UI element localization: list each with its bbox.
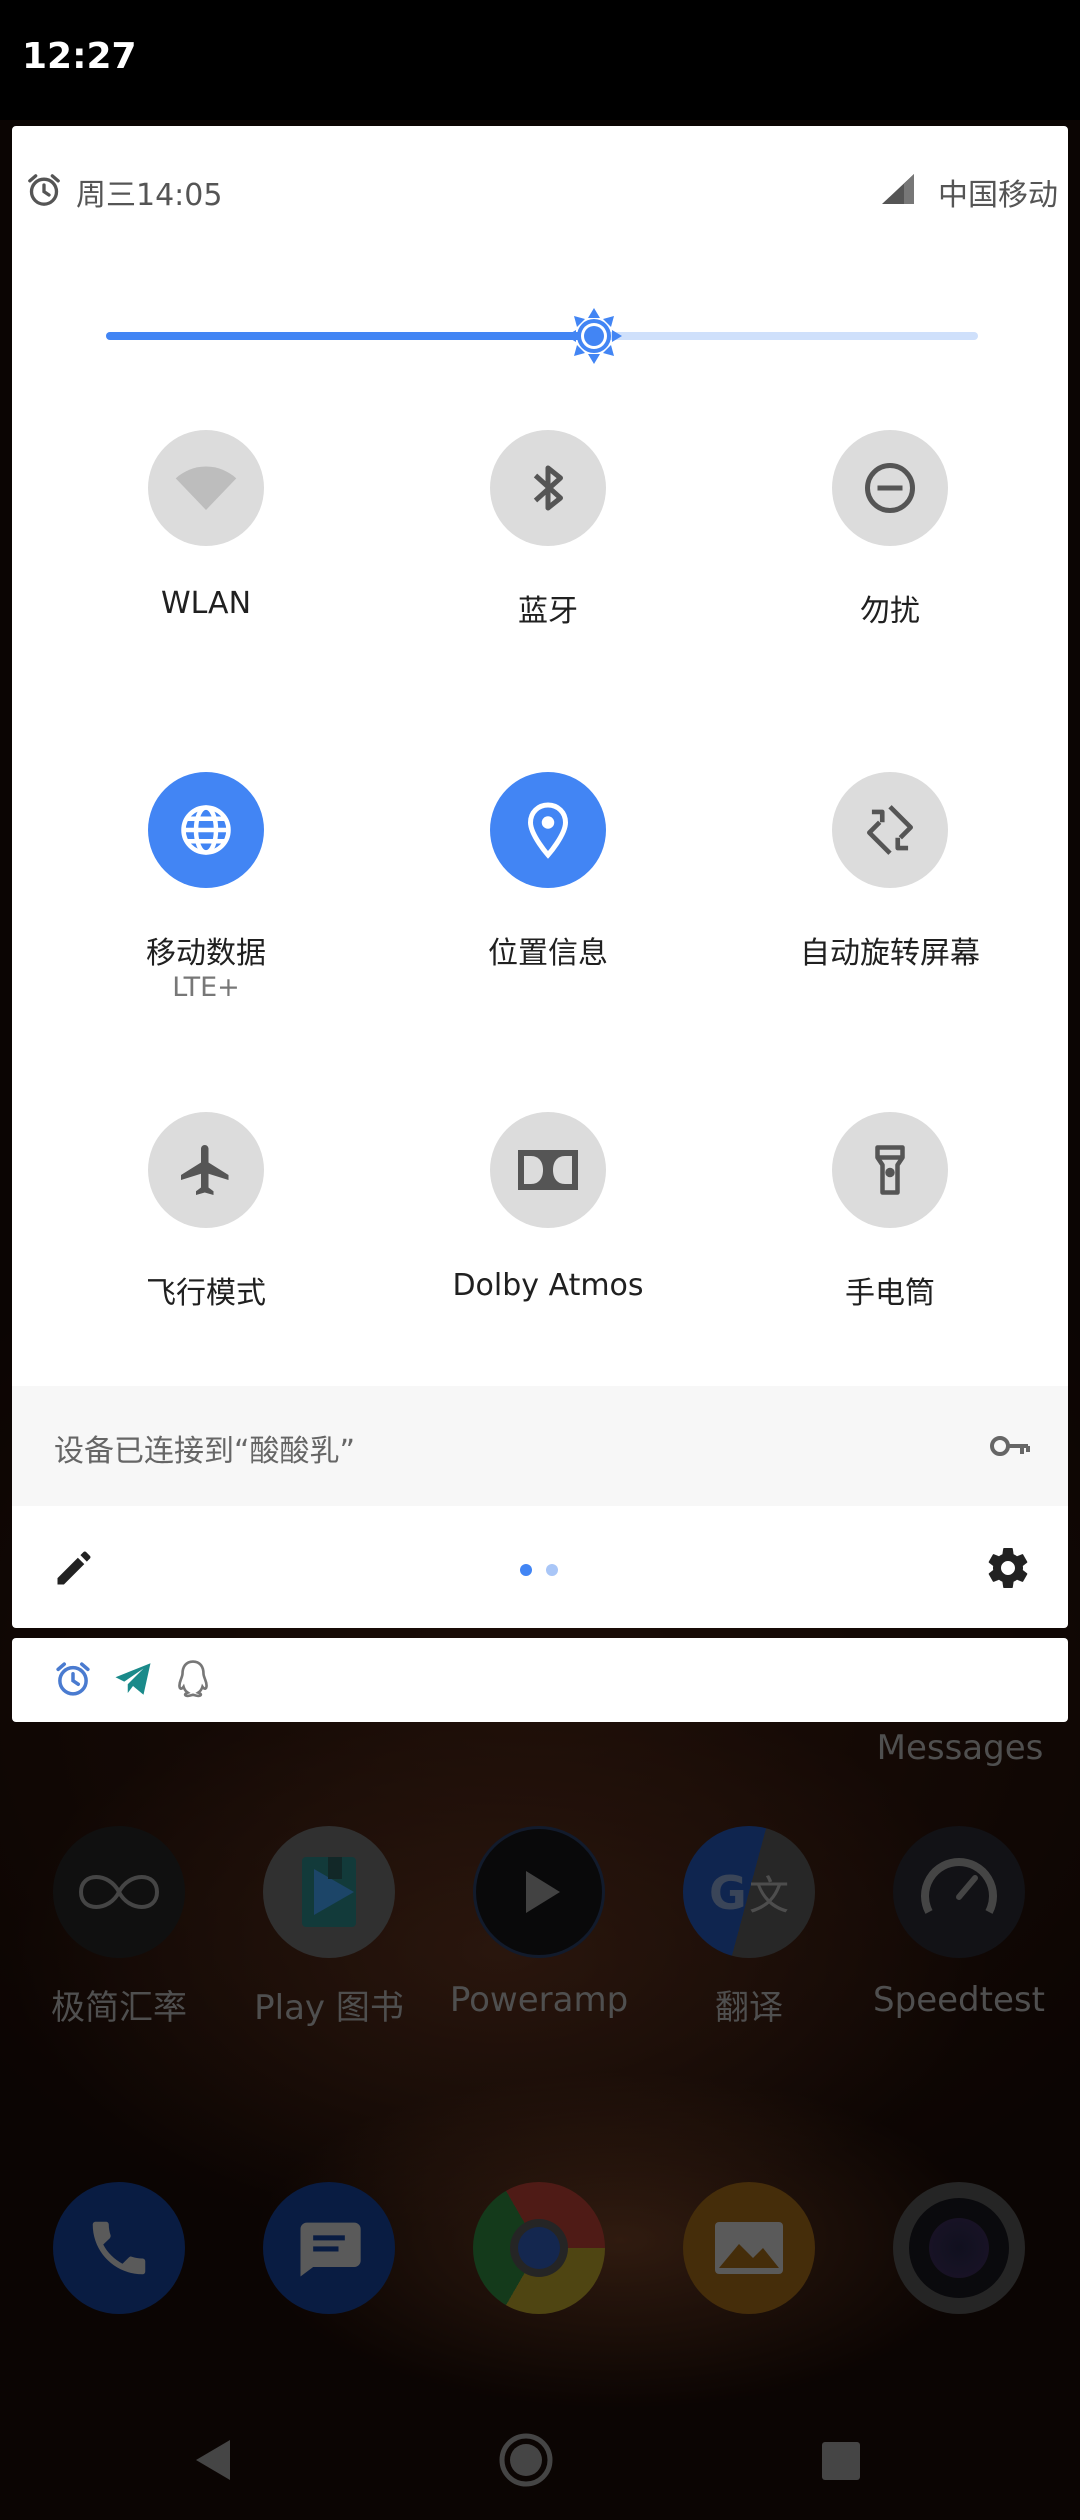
play-books-icon xyxy=(263,1826,395,1958)
tile-label: Dolby Atmos xyxy=(452,1268,644,1303)
app-translate[interactable]: G文 翻译 xyxy=(644,1826,854,2029)
carrier-name: 中国移动 xyxy=(938,178,1058,213)
tile-dolby-atmos[interactable]: Dolby Atmos xyxy=(378,1112,718,1372)
tile-sublabel: LTE+ xyxy=(172,972,240,1003)
page-indicator xyxy=(520,1564,560,1576)
alarm-clock-icon xyxy=(28,174,60,206)
back-icon xyxy=(196,2440,230,2480)
chrome-icon xyxy=(473,2182,605,2314)
tile-label: 蓝牙 xyxy=(518,594,578,629)
qq-icon xyxy=(178,1660,208,1698)
speedometer-icon xyxy=(893,1826,1025,1958)
location-pin-icon xyxy=(490,772,606,888)
svg-text:G: G xyxy=(709,1866,747,1920)
app-label: Poweramp xyxy=(449,1980,629,2020)
page-dot xyxy=(546,1564,558,1576)
tile-bluetooth[interactable]: 蓝牙 xyxy=(378,430,718,690)
flashlight-icon xyxy=(832,1112,948,1228)
tile-label: 位置信息 xyxy=(488,936,608,971)
quick-settings-header: 周三14:05 中国移动 xyxy=(12,126,1068,246)
svg-text:文: 文 xyxy=(749,1873,789,1919)
dock-phone[interactable] xyxy=(14,2182,224,2314)
quick-settings-footer xyxy=(12,1506,1068,1628)
phone-icon xyxy=(53,2182,185,2314)
dolby-icon xyxy=(490,1112,606,1228)
brightness-fill xyxy=(106,332,595,340)
home-button[interactable] xyxy=(496,2430,556,2490)
tile-mobile-data[interactable]: 移动数据 LTE+ xyxy=(36,772,376,1032)
app-speedtest[interactable]: Speedtest xyxy=(854,1826,1064,2020)
dock-camera[interactable] xyxy=(854,2182,1064,2314)
infinity-icon xyxy=(53,1826,185,1958)
app-poweramp[interactable]: Poweramp xyxy=(434,1826,644,2020)
brightness-sun-icon[interactable] xyxy=(564,306,624,366)
tile-label: 飞行模式 xyxy=(146,1276,266,1311)
tile-auto-rotate[interactable]: 自动旋转屏幕 xyxy=(720,772,1060,1032)
globe-icon xyxy=(148,772,264,888)
app-label: Play 图书 xyxy=(254,1988,404,2028)
notification-icons-bar[interactable] xyxy=(12,1638,1068,1722)
recents-icon xyxy=(822,2442,860,2480)
camera-icon xyxy=(893,2182,1025,2314)
recents-button[interactable] xyxy=(810,2430,870,2490)
brightness-slider[interactable] xyxy=(106,306,978,366)
gear-icon[interactable] xyxy=(984,1544,1032,1592)
tile-label: 勿扰 xyxy=(860,594,920,629)
app-label: 极简汇率 xyxy=(51,1988,187,2028)
app-label: Speedtest xyxy=(873,1980,1045,2020)
tile-label: 自动旋转屏幕 xyxy=(800,936,980,971)
edit-pencil-icon[interactable] xyxy=(52,1546,96,1590)
navigation-bar xyxy=(0,2400,1080,2520)
status-bar: 12:27 xyxy=(0,0,1080,120)
do-not-disturb-icon xyxy=(832,430,948,546)
vpn-key-icon xyxy=(990,1436,1030,1456)
dock-gallery[interactable] xyxy=(644,2182,854,2314)
home-icon xyxy=(499,2433,553,2487)
tile-label: 手电筒 xyxy=(845,1276,935,1311)
vpn-status-bar[interactable]: 设备已连接到“酸酸乳” xyxy=(12,1386,1068,1506)
header-date[interactable]: 周三14:05 xyxy=(76,170,222,214)
back-button[interactable] xyxy=(184,2430,244,2490)
tile-label: WLAN xyxy=(160,586,252,621)
app-exchange-rate[interactable]: 极简汇率 xyxy=(14,1826,224,2029)
tile-do-not-disturb[interactable]: 勿扰 xyxy=(720,430,1060,690)
quick-settings-panel: 周三14:05 中国移动 WLAN 蓝牙 勿扰 移动数据 LTE+ 位置信息 自… xyxy=(12,126,1068,1628)
telegram-icon xyxy=(115,1663,151,1695)
tile-location[interactable]: 位置信息 xyxy=(378,772,718,1032)
wifi-icon xyxy=(148,430,264,546)
alarm-icon xyxy=(56,1662,90,1696)
translate-icon: G文 xyxy=(683,1826,815,1958)
auto-rotate-icon xyxy=(832,772,948,888)
app-play-books[interactable]: Play 图书 xyxy=(224,1826,434,2029)
airplane-icon xyxy=(148,1112,264,1228)
status-time: 12:27 xyxy=(22,36,137,77)
bluetooth-icon xyxy=(490,430,606,546)
tile-airplane-mode[interactable]: 飞行模式 xyxy=(36,1112,376,1372)
dock-messages[interactable] xyxy=(224,2182,434,2314)
signal-strength-icon xyxy=(882,174,914,204)
dock-chrome[interactable] xyxy=(434,2182,644,2314)
tile-flashlight[interactable]: 手电筒 xyxy=(720,1112,1060,1372)
gallery-icon xyxy=(683,2182,815,2314)
messages-icon xyxy=(263,2182,395,2314)
tile-wlan[interactable]: WLAN xyxy=(36,430,376,690)
play-icon xyxy=(473,1826,605,1958)
page-dot-active xyxy=(520,1564,532,1576)
messages-label: Messages xyxy=(876,1728,1044,1768)
vpn-status-text: 设备已连接到“酸酸乳” xyxy=(54,1434,356,1469)
app-label: 翻译 xyxy=(715,1988,783,2028)
tile-label: 移动数据 xyxy=(146,936,266,971)
